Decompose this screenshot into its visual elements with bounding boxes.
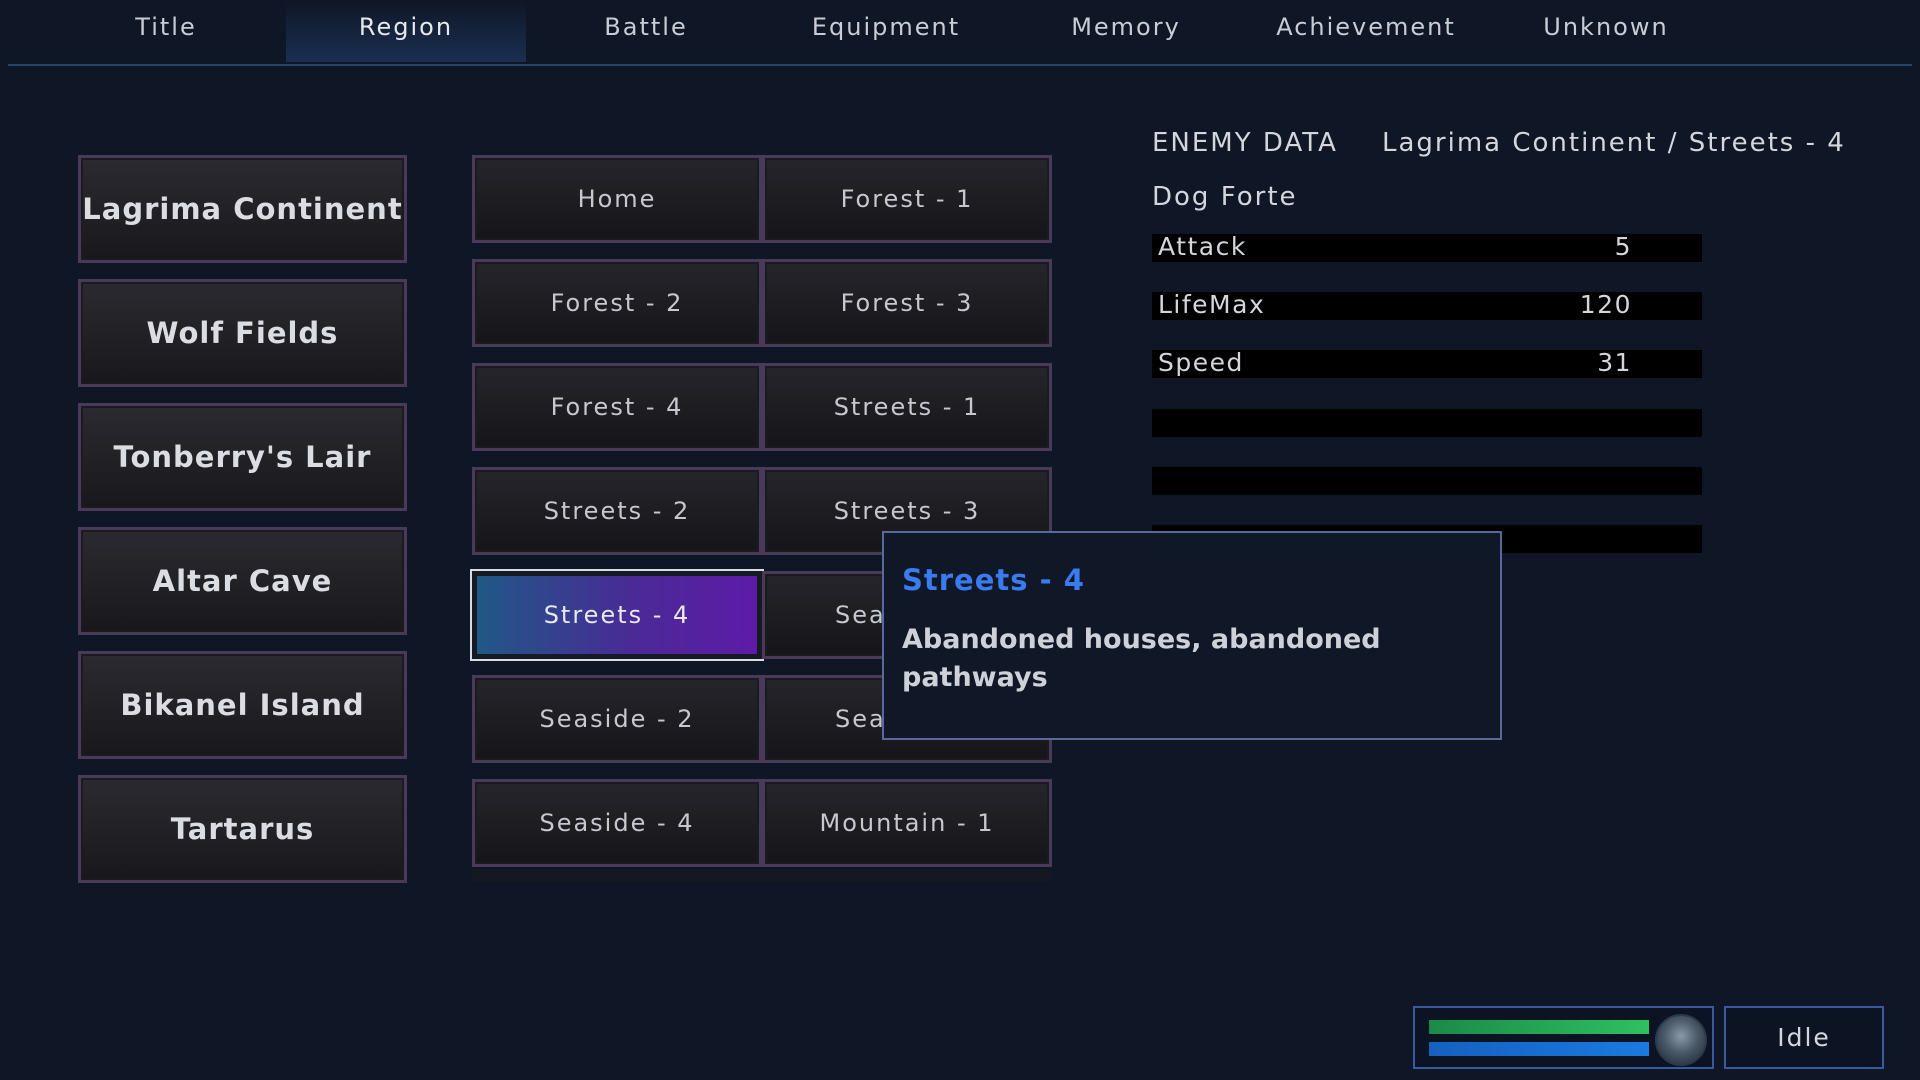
character-portrait-avatar[interactable]	[1655, 1014, 1707, 1066]
enemy-data-heading: ENEMY DATA	[1152, 128, 1338, 158]
tab-achievement[interactable]: Achievement	[1246, 0, 1486, 62]
hp-bar	[1429, 1020, 1649, 1034]
stat-value: 31	[1597, 348, 1632, 377]
area-seaside-2-button[interactable]: Seaside - 2	[472, 675, 762, 763]
region-wolf-fields-button[interactable]: Wolf Fields	[78, 279, 407, 387]
tab-battle[interactable]: Battle	[526, 0, 766, 62]
region-lagrima-continent-button[interactable]: Lagrima Continent	[78, 155, 407, 263]
enemy-data-location: Lagrima Continent / Streets - 4	[1382, 128, 1846, 158]
area-grid-scroll-strip	[472, 870, 1052, 882]
region-tartarus-button[interactable]: Tartarus	[78, 775, 407, 883]
area-streets-1-button[interactable]: Streets - 1	[762, 363, 1052, 451]
enemy-name: Dog Forte	[1152, 182, 1298, 212]
tab-region[interactable]: Region	[286, 0, 526, 62]
top-tab-bar: Title Region Battle Equipment Memory Ach…	[8, 0, 1912, 66]
area-forest-3-button[interactable]: Forest - 3	[762, 259, 1052, 347]
tab-equipment[interactable]: Equipment	[766, 0, 1006, 62]
party-status-panel	[1413, 1006, 1714, 1069]
idle-button[interactable]: Idle	[1724, 1006, 1884, 1069]
energy-bar	[1429, 1042, 1649, 1056]
area-mountain-1-button[interactable]: Mountain - 1	[762, 779, 1052, 867]
stat-label: Attack	[1158, 232, 1247, 261]
area-seaside-4-button[interactable]: Seaside - 4	[472, 779, 762, 867]
stat-row-speed: Speed 31	[1152, 348, 1702, 378]
game-screen: Title Region Battle Equipment Memory Ach…	[0, 0, 1920, 1080]
area-streets-4-button[interactable]: Streets - 4	[470, 569, 764, 661]
stat-row-lifemax: LifeMax 120	[1152, 290, 1702, 320]
area-forest-1-button[interactable]: Forest - 1	[762, 155, 1052, 243]
stat-value: 5	[1614, 232, 1632, 261]
stat-row-empty	[1152, 409, 1702, 437]
tooltip-description: Abandoned houses, abandoned pathways	[902, 624, 1381, 693]
tab-memory[interactable]: Memory	[1006, 0, 1246, 62]
stat-label: LifeMax	[1158, 290, 1266, 319]
stat-label: Speed	[1158, 348, 1244, 377]
tab-unknown[interactable]: Unknown	[1486, 0, 1726, 62]
area-tooltip: Streets - 4 Abandoned houses, abandoned …	[882, 531, 1502, 740]
stat-row-attack: Attack 5	[1152, 232, 1702, 262]
tab-title[interactable]: Title	[46, 0, 286, 62]
area-home-button[interactable]: Home	[472, 155, 762, 243]
region-tonberrys-lair-button[interactable]: Tonberry's Lair	[78, 403, 407, 511]
energy-bar-fill	[1429, 1042, 1649, 1056]
stat-value: 120	[1579, 290, 1632, 319]
area-forest-2-button[interactable]: Forest - 2	[472, 259, 762, 347]
hp-bar-fill	[1429, 1020, 1649, 1034]
stat-row-empty	[1152, 467, 1702, 495]
area-forest-4-button[interactable]: Forest - 4	[472, 363, 762, 451]
area-streets-2-button[interactable]: Streets - 2	[472, 467, 762, 555]
region-altar-cave-button[interactable]: Altar Cave	[78, 527, 407, 635]
region-bikanel-island-button[interactable]: Bikanel Island	[78, 651, 407, 759]
tooltip-title: Streets - 4	[902, 563, 1085, 597]
